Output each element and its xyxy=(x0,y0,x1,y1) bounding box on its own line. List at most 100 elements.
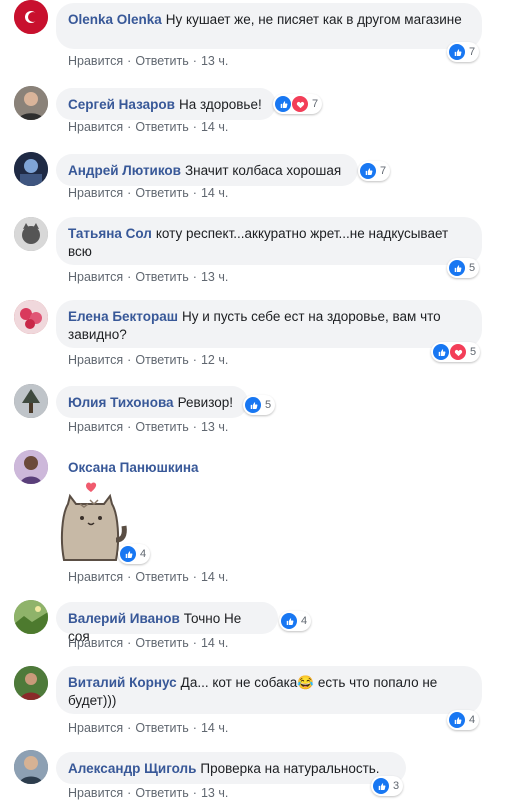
reply-link[interactable]: Ответить xyxy=(135,186,188,200)
avatar[interactable] xyxy=(14,450,48,484)
reply-link[interactable]: Ответить xyxy=(135,420,188,434)
comment-author[interactable]: Татьяна Сол xyxy=(68,226,152,241)
avatar[interactable] xyxy=(14,300,48,334)
avatar[interactable] xyxy=(14,600,48,634)
like-link[interactable]: Нравится xyxy=(68,570,123,584)
like-reaction-icon xyxy=(120,546,136,562)
like-reaction-icon xyxy=(281,613,297,629)
comment-time[interactable]: 14 ч. xyxy=(201,570,228,584)
reactions-badge[interactable]: 5 xyxy=(243,395,276,415)
like-link[interactable]: Нравится xyxy=(68,270,123,284)
reactions-badge[interactable]: 4 xyxy=(279,611,312,631)
reactions-badge[interactable]: 7 xyxy=(358,161,391,181)
comment-actions: Нравится · Ответить · 14 ч. xyxy=(68,120,229,134)
comment-time[interactable]: 12 ч. xyxy=(201,353,228,367)
reply-link[interactable]: Ответить xyxy=(135,120,188,134)
avatar[interactable] xyxy=(14,750,48,784)
comment-author[interactable]: Юлия Тихонова xyxy=(68,395,174,410)
comment-actions: Нравится · Ответить · 14 ч. xyxy=(68,186,229,200)
like-reaction-icon xyxy=(275,96,291,112)
person-avatar-icon xyxy=(14,666,48,700)
avatar[interactable] xyxy=(14,0,48,34)
comment-text: Да... кот не собака xyxy=(180,675,298,690)
comment-time[interactable]: 14 ч. xyxy=(201,636,228,650)
comment-author[interactable]: Виталий Корнус xyxy=(68,675,177,690)
reply-link[interactable]: Ответить xyxy=(135,54,188,68)
reactions-badge[interactable]: 4 xyxy=(118,544,151,564)
comment-text: Ну кушает же, не писяет как в другом маг… xyxy=(165,12,462,27)
comment-bubble: Елена Бектораш Ну и пусть себе ест на здо… xyxy=(56,300,482,348)
like-reaction-icon xyxy=(449,260,465,276)
comment-author[interactable]: Сергей Назаров xyxy=(68,97,175,112)
reactions-badge[interactable]: 7 xyxy=(447,42,480,62)
avatar[interactable] xyxy=(14,86,48,120)
comment-time[interactable]: 13 ч. xyxy=(201,54,228,68)
reaction-count: 5 xyxy=(470,346,477,358)
like-link[interactable]: Нравится xyxy=(68,186,123,200)
like-reaction-icon xyxy=(360,163,376,179)
like-link[interactable]: Нравится xyxy=(68,721,123,735)
comment-author[interactable]: Александр Щиголь xyxy=(68,761,196,776)
reaction-count: 4 xyxy=(469,714,476,726)
avatar[interactable] xyxy=(14,152,48,186)
reaction-count: 5 xyxy=(469,262,476,274)
comment-actions: Нравится · Ответить · 13 ч. xyxy=(68,54,229,68)
laughing-emoji: 😂 xyxy=(297,675,315,690)
reply-link[interactable]: Ответить xyxy=(135,721,188,735)
photo-avatar-icon xyxy=(14,152,48,186)
reaction-count: 5 xyxy=(265,399,272,411)
reactions-badge[interactable]: 5 xyxy=(431,342,481,362)
reaction-count: 3 xyxy=(393,780,400,792)
comment-time[interactable]: 14 ч. xyxy=(201,186,228,200)
comment-bubble: Сергей Назаров На здоровье! xyxy=(56,88,276,120)
tree-avatar-icon xyxy=(14,384,48,418)
avatar[interactable] xyxy=(14,217,48,251)
comment-time[interactable]: 14 ч. xyxy=(201,120,228,134)
reply-link[interactable]: Ответить xyxy=(135,353,188,367)
reply-link[interactable]: Ответить xyxy=(135,270,188,284)
comment-time[interactable]: 14 ч. xyxy=(201,721,228,735)
person-avatar-icon xyxy=(14,86,48,120)
reply-link[interactable]: Ответить xyxy=(135,636,188,650)
comment-author[interactable]: Андрей Лютиков xyxy=(68,163,181,178)
like-reaction-icon xyxy=(245,397,261,413)
avatar[interactable] xyxy=(14,384,48,418)
love-reaction-icon xyxy=(292,96,308,112)
comment-author[interactable]: Olenka Olenka xyxy=(68,12,162,27)
reaction-count: 4 xyxy=(140,548,147,560)
comment-actions: Нравится · Ответить · 12 ч. xyxy=(68,353,229,367)
like-link[interactable]: Нравится xyxy=(68,420,123,434)
comment-bubble: Александр Щиголь Проверка на натуральност… xyxy=(56,752,406,784)
reactions-badge[interactable]: 5 xyxy=(447,258,480,278)
comment-time[interactable]: 13 ч. xyxy=(201,420,228,434)
reply-link[interactable]: Ответить xyxy=(135,570,188,584)
reactions-badge[interactable]: 7 xyxy=(273,94,323,114)
comment-author[interactable]: Оксана Панюшкина xyxy=(68,460,199,475)
avatar[interactable] xyxy=(14,666,48,700)
comment-author[interactable]: Елена Бектораш xyxy=(68,309,178,324)
person-avatar-icon xyxy=(14,750,48,784)
like-link[interactable]: Нравится xyxy=(68,120,123,134)
comment-author-line: Оксана Панюшкина xyxy=(68,460,203,475)
comment-text: Проверка на натуральность. xyxy=(200,761,380,776)
comment-author[interactable]: Валерий Иванов xyxy=(68,611,180,626)
comment-bubble: Юлия Тихонова Ревизор! xyxy=(56,386,248,418)
love-reaction-icon xyxy=(450,344,466,360)
comment-text: Значит колбаса хорошая xyxy=(184,163,342,178)
flowers-avatar-icon xyxy=(14,300,48,334)
comment-text: Ревизор! xyxy=(177,395,234,410)
comment-time[interactable]: 13 ч. xyxy=(201,270,228,284)
comment-text: На здоровье! xyxy=(178,97,262,112)
like-link[interactable]: Нравится xyxy=(68,353,123,367)
comment-bubble: Виталий Корнус Да... кот не собака😂 есть … xyxy=(56,666,482,714)
comment-bubble: Валерий Иванов Точно Не соя xyxy=(56,602,278,644)
reactions-badge[interactable]: 3 xyxy=(371,776,404,796)
like-reaction-icon xyxy=(433,344,449,360)
cat-avatar-icon xyxy=(14,217,48,251)
reactions-badge[interactable]: 4 xyxy=(447,710,480,730)
like-reaction-icon xyxy=(449,44,465,60)
like-reaction-icon xyxy=(449,712,465,728)
comment-bubble: Татьяна Сол коту респект...аккуратно жрет… xyxy=(56,217,482,265)
like-link[interactable]: Нравится xyxy=(68,54,123,68)
like-link[interactable]: Нравится xyxy=(68,636,123,650)
